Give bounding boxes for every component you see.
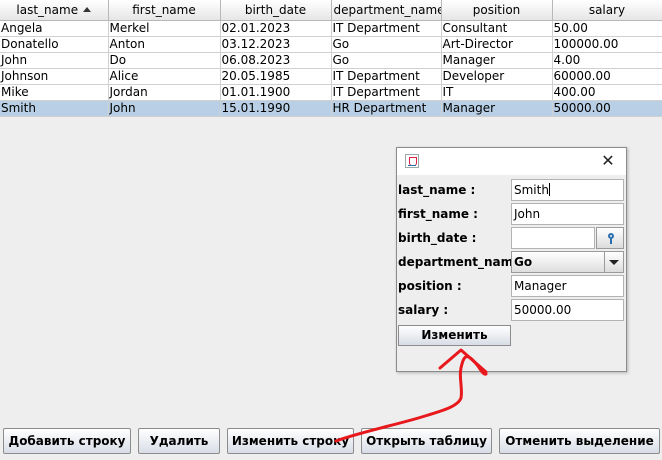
table-cell-department-name[interactable]: IT Department [331, 68, 442, 85]
edit-row-button[interactable]: Изменить строку [227, 428, 354, 454]
table-cell-last-name[interactable]: Johnson [0, 68, 109, 85]
java-cup-icon [405, 154, 419, 168]
table-row[interactable]: Johnson Alice 20.05.1985 IT Department Devel… [0, 68, 662, 85]
table-cell-salary[interactable]: 4.00 [552, 52, 662, 69]
table-row[interactable]: John Do 06.08.2023 Go Manager 4.00 [0, 52, 662, 69]
table-row[interactable]: Smith John 15.01.1990 HR Department Manager 5… [0, 100, 662, 117]
sort-ascending-icon [83, 6, 92, 12]
table-row[interactable]: Mike Jordan 01.01.1900 IT Department IT 400.0… [0, 84, 662, 101]
table-cell-birth-date[interactable]: 03.12.2023 [220, 36, 332, 53]
table-cell-salary[interactable]: 400.00 [552, 84, 662, 101]
last-name-label: last_name : [398, 183, 476, 197]
table-cell-salary[interactable]: 100000.00 [552, 36, 662, 53]
text-caret [548, 183, 550, 196]
close-button[interactable]: ✕ [598, 151, 618, 171]
department-combobox[interactable]: Go [511, 251, 624, 273]
column-header-position[interactable]: position [441, 0, 553, 21]
table-cell-last-name[interactable]: Smith [0, 100, 109, 117]
table-cell-department-name[interactable]: HR Department [331, 100, 442, 117]
table-cell-salary[interactable]: 50000.00 [552, 100, 662, 117]
table-cell-last-name[interactable]: Mike [0, 84, 109, 101]
birth-date-label: birth_date : [398, 231, 477, 245]
table-cell-first-name[interactable]: Jordan [108, 84, 221, 101]
table-cell-department-name[interactable]: IT Department [331, 84, 442, 101]
department-selected-value: Go [514, 255, 533, 269]
table-cell-birth-date[interactable]: 02.01.2023 [220, 20, 332, 37]
table-cell-salary[interactable]: 50.00 [552, 20, 662, 37]
column-header-last-name[interactable]: last_name [0, 0, 109, 21]
table-cell-first-name[interactable]: Do [108, 52, 221, 69]
delete-button[interactable]: Удалить [138, 428, 220, 454]
table-cell-birth-date[interactable]: 01.01.1900 [220, 84, 332, 101]
clear-selection-button[interactable]: Отменить выделение [499, 428, 660, 454]
table-cell-position[interactable]: Manager [441, 100, 553, 117]
column-header-department-name[interactable]: department_name [331, 0, 442, 21]
table-cell-department-name[interactable]: Go [331, 36, 442, 53]
table-cell-department-name[interactable]: IT Department [331, 20, 442, 37]
table-cell-first-name[interactable]: Merkel [108, 20, 221, 37]
field-row-salary: salary : 50000.00 [397, 299, 626, 321]
field-row-birth-date: birth_date : [397, 227, 626, 249]
table-row[interactable]: Donatello Anton 03.12.2023 Go Art-Director 10… [0, 36, 662, 53]
employees-table[interactable]: last_name first_name birth_date departme… [0, 0, 662, 117]
table-cell-position[interactable]: Consultant [441, 20, 553, 37]
field-row-first-name: first_name : John [397, 203, 626, 225]
table-cell-department-name[interactable]: Go [331, 52, 442, 69]
chevron-down-icon[interactable] [604, 251, 624, 273]
data-table-panel: last_name first_name birth_date departme… [0, 0, 662, 117]
table-header-row: last_name first_name birth_date departme… [0, 0, 662, 21]
salary-label: salary : [398, 303, 449, 317]
column-header-birth-date[interactable]: birth_date [220, 0, 332, 21]
table-cell-position[interactable]: IT [441, 84, 553, 101]
table-cell-last-name[interactable]: John [0, 52, 109, 69]
apply-changes-button[interactable]: Изменить [398, 325, 511, 346]
table-cell-birth-date[interactable]: 15.01.1990 [220, 100, 332, 117]
edit-record-dialog: ✕ last_name : Smith first_name : John bi… [396, 147, 627, 372]
dialog-titlebar[interactable]: ✕ [397, 148, 626, 175]
table-cell-last-name[interactable]: Donatello [0, 36, 109, 53]
position-field[interactable]: Manager [511, 275, 624, 297]
table-cell-first-name[interactable]: Alice [108, 68, 221, 85]
table-cell-position[interactable]: Manager [441, 52, 553, 69]
position-label: position : [398, 279, 462, 293]
column-header-salary[interactable]: salary [552, 0, 662, 21]
column-header-first-name[interactable]: first_name [108, 0, 221, 21]
open-table-button[interactable]: Открыть таблицу [361, 428, 492, 454]
table-cell-first-name[interactable]: John [108, 100, 221, 117]
table-row[interactable]: Angela Merkel 02.01.2023 IT Department Consu… [0, 20, 662, 37]
first-name-field[interactable]: John [511, 203, 624, 225]
add-row-button[interactable]: Добавить строку [3, 428, 131, 454]
table-cell-position[interactable]: Art-Director [441, 36, 553, 53]
last-name-field[interactable]: Smith [511, 179, 624, 201]
table-cell-salary[interactable]: 60000.00 [552, 68, 662, 85]
table-cell-last-name[interactable]: Angela [0, 20, 109, 37]
table-cell-birth-date[interactable]: 20.05.1985 [220, 68, 332, 85]
table-cell-birth-date[interactable]: 06.08.2023 [220, 52, 332, 69]
birth-date-field[interactable] [511, 227, 595, 249]
field-row-department: department_name : Go [397, 251, 626, 273]
table-cell-position[interactable]: Developer [441, 68, 553, 85]
table-cell-first-name[interactable]: Anton [108, 36, 221, 53]
key-icon [608, 233, 614, 244]
field-row-position: position : Manager [397, 275, 626, 297]
first-name-label: first_name : [398, 207, 478, 221]
field-row-last-name: last_name : Smith [397, 179, 626, 201]
date-picker-button[interactable] [596, 227, 624, 249]
salary-field[interactable]: 50000.00 [511, 299, 624, 321]
